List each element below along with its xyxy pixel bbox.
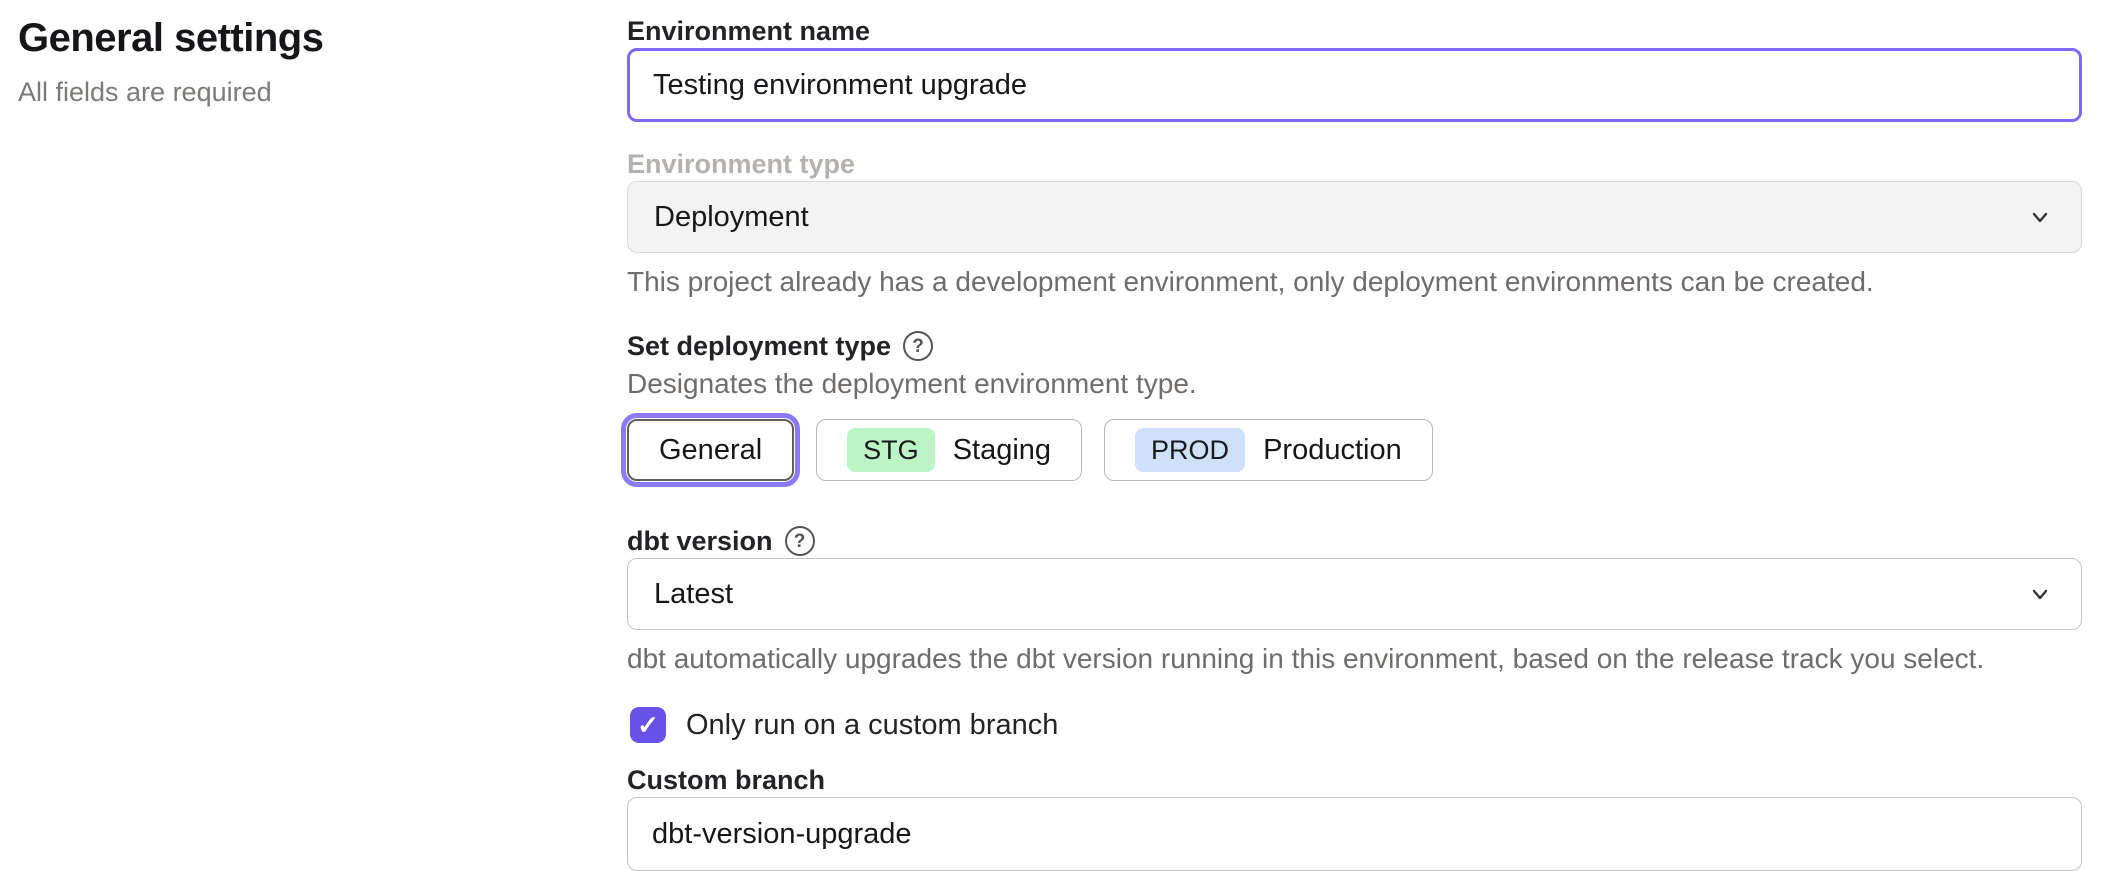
settings-form: Environment name Environment type Deploy… — [627, 0, 2116, 864]
custom-branch-checkbox[interactable]: ✓ — [630, 707, 666, 743]
help-icon[interactable]: ? — [785, 526, 815, 556]
dbt-version-label: dbt version ? — [627, 524, 2082, 558]
general-settings-page: General settings All fields are required… — [0, 0, 2116, 864]
environment-type-label: Environment type — [627, 147, 2082, 181]
environment-type-select: Deployment — [627, 181, 2082, 253]
deployment-type-label: Set deployment type ? — [627, 329, 2082, 363]
deployment-type-field: Set deployment type ? Designates the dep… — [627, 329, 2082, 487]
custom-branch-input[interactable] — [627, 797, 2082, 871]
environment-name-label: Environment name — [627, 14, 2082, 48]
option-label: General — [659, 434, 762, 467]
staging-badge: STG — [847, 428, 935, 472]
option-label: Staging — [953, 434, 1051, 467]
dbt-version-label-text: dbt version — [627, 524, 773, 558]
custom-branch-checkbox-row: ✓ Only run on a custom branch — [627, 707, 2082, 743]
help-icon[interactable]: ? — [903, 331, 933, 361]
deployment-type-description: Designates the deployment environment ty… — [627, 369, 2082, 399]
settings-header: General settings All fields are required — [0, 0, 627, 864]
deployment-type-option-general[interactable]: General — [627, 419, 794, 481]
option-label: Production — [1263, 434, 1402, 467]
chevron-down-icon — [2025, 579, 2055, 609]
custom-branch-checkbox-label[interactable]: Only run on a custom branch — [686, 709, 1058, 742]
custom-branch-label: Custom branch — [627, 763, 2082, 797]
environment-type-field: Environment type Deployment This project… — [627, 147, 2082, 297]
deployment-type-label-text: Set deployment type — [627, 329, 891, 363]
environment-type-value: Deployment — [654, 201, 809, 234]
environment-name-input[interactable] — [627, 48, 2082, 122]
environment-name-field: Environment name — [627, 14, 2082, 122]
dbt-version-helper: dbt automatically upgrades the dbt versi… — [627, 644, 2082, 674]
deployment-type-option-staging[interactable]: STG Staging — [816, 419, 1082, 481]
deployment-type-option-production[interactable]: PROD Production — [1104, 419, 1433, 481]
environment-type-helper: This project already has a development e… — [627, 267, 2082, 297]
dbt-version-value: Latest — [654, 578, 733, 611]
deployment-type-options: General STG Staging PROD Production — [621, 413, 2082, 487]
page-title: General settings — [18, 14, 627, 62]
dbt-version-field: dbt version ? Latest dbt automatically u… — [627, 524, 2082, 674]
page-subtitle: All fields are required — [18, 76, 627, 108]
production-badge: PROD — [1135, 428, 1245, 472]
check-icon: ✓ — [637, 712, 659, 738]
chevron-down-icon — [2025, 202, 2055, 232]
dbt-version-select[interactable]: Latest — [627, 558, 2082, 630]
custom-branch-field: Custom branch — [627, 763, 2082, 871]
